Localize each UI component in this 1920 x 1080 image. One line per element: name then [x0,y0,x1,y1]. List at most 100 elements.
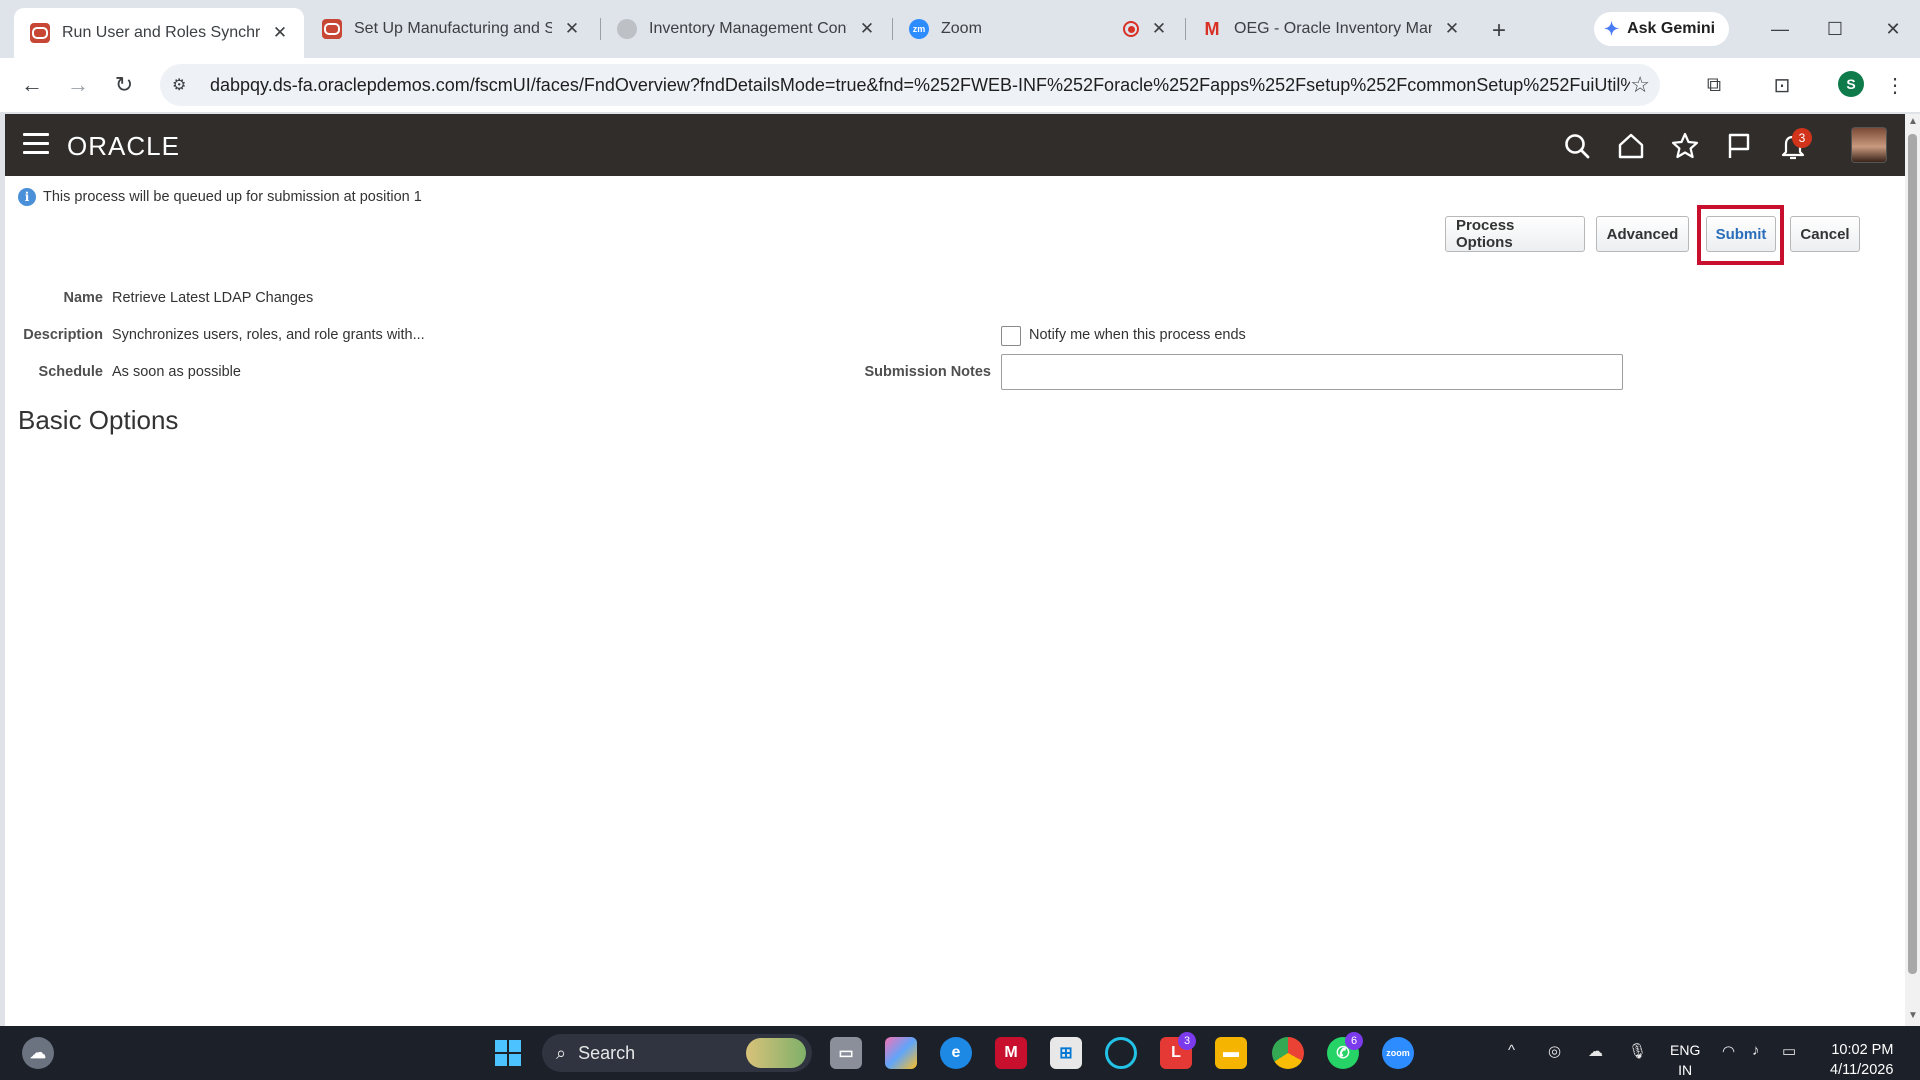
schedule-label: Schedule [38,364,103,380]
mcafee-icon[interactable]: M [995,1037,1027,1069]
address-bar[interactable]: ⚙ dabpqy.ds-fa.oraclepdemos.com/fscmUI/f… [160,64,1660,106]
tab-title: Set Up Manufacturing and Sup [354,20,552,37]
extensions-icon[interactable]: ⧉ [1698,69,1730,101]
bookmark-star-icon[interactable]: ☆ [1630,72,1650,98]
oracle-logo: ORACLE [67,131,180,161]
search-highlight-image [746,1038,806,1068]
microphone-icon[interactable]: 🎙 [1628,1042,1647,1060]
browser-tab-strip: Run User and Roles Synchroni ✕ Set Up Ma… [0,0,1920,58]
windows-start-icon[interactable] [492,1037,524,1069]
tab-title: Zoom [941,20,982,37]
volume-icon[interactable]: ♪ [1752,1042,1760,1059]
recording-icon [1123,21,1139,37]
vertical-scrollbar[interactable]: ▲ ▼ [1905,114,1920,1026]
edge-icon[interactable]: e [940,1037,972,1069]
notification-count-badge: 3 [1792,128,1812,148]
ask-gemini-button[interactable]: ✦ Ask Gemini [1594,12,1730,46]
description-label: Description [23,327,103,343]
wifi-icon[interactable]: ◠ [1722,1042,1735,1060]
submission-notes-label: Submission Notes [864,364,992,380]
close-icon[interactable]: ✕ [1149,19,1169,39]
close-icon[interactable]: ✕ [562,19,582,39]
reload-icon[interactable]: ↻ [108,69,140,101]
l-app-badge: 3 [1178,1032,1196,1050]
oracle-icon [322,19,342,39]
site-settings-icon[interactable]: ⚙ [172,75,202,95]
weather-icon[interactable]: ☁ [22,1037,54,1069]
watchlist-flag-icon[interactable] [1722,129,1756,163]
ask-gemini-label: Ask Gemini [1627,20,1716,37]
name-value: Retrieve Latest LDAP Changes [112,290,314,306]
close-icon[interactable]: ✕ [1442,19,1462,39]
back-arrow-icon[interactable]: ← [16,69,48,101]
task-view-icon[interactable]: ▭ [830,1037,862,1069]
language-indicator[interactable]: ENG IN [1670,1040,1700,1080]
taskbar-search-box[interactable]: ⌕ Search [542,1034,812,1072]
zoom-app-icon[interactable]: zoom [1382,1037,1414,1069]
gmail-icon: M [1204,18,1220,39]
info-message-text: This process will be queued up for submi… [43,189,422,205]
name-label: Name [63,290,104,306]
tray-overflow-icon[interactable]: ^ [1508,1042,1515,1059]
tab-title: OEG - Oracle Inventory Manag [1234,20,1432,37]
tab-manufacturing[interactable]: Set Up Manufacturing and Sup ✕ [306,10,596,48]
hamburger-menu-icon[interactable] [23,133,49,155]
new-tab-button[interactable]: + [1484,16,1514,46]
submit-button[interactable]: Submit [1706,216,1776,252]
onedrive-icon[interactable]: ☁ [1588,1042,1603,1060]
oracle-global-header: ORACLE [5,114,1905,176]
copilot-icon[interactable] [885,1037,917,1069]
notify-label[interactable]: Notify me when this process ends [1029,327,1246,343]
whatsapp-badge: 6 [1345,1032,1363,1050]
battery-icon[interactable]: ▭ [1782,1042,1796,1060]
description-value[interactable]: Synchronizes users, roles, and role gran… [112,327,425,343]
language-code: ENG [1670,1042,1701,1058]
windows-taskbar: ☁ ⌕ Search ▭ e M ⊞ L 3 ▬ ✆ 6 zoom ^ ◎ ☁ … [0,1026,1920,1080]
maximize-icon[interactable]: ☐ [1815,12,1855,46]
browser-toolbar: ← → ↻ ⚙ dabpqy.ds-fa.oraclepdemos.com/fs… [0,58,1920,112]
minimize-icon[interactable]: — [1760,12,1800,46]
close-icon[interactable]: ✕ [270,23,290,43]
info-message: i This process will be queued up for sub… [18,188,422,206]
cancel-button[interactable]: Cancel [1790,216,1860,252]
scroll-thumb[interactable] [1908,134,1917,974]
tab-inventory-config[interactable]: Inventory Management Config ✕ [601,10,891,48]
tab-search-icon[interactable]: ⊡ [1766,69,1798,101]
process-options-button[interactable]: Process Options [1445,216,1585,252]
schedule-value: As soon as possible [112,364,241,380]
search-icon: ⌕ [556,1042,567,1063]
taskbar-search-label: Search [578,1042,636,1063]
search-icon[interactable] [1560,129,1594,163]
user-avatar[interactable] [1851,127,1887,163]
tab-zoom[interactable]: zm Zoom ✕ [893,10,1183,48]
alexa-icon[interactable] [1105,1037,1137,1069]
tray-app-icon[interactable]: ◎ [1548,1042,1561,1060]
more-menu-icon[interactable]: ⋮ [1879,69,1911,101]
forward-arrow-icon[interactable]: → [62,69,94,101]
tab-run-user-roles[interactable]: Run User and Roles Synchroni ✕ [14,8,304,58]
url-text[interactable]: dabpqy.ds-fa.oraclepdemos.com/fscmUI/fac… [210,75,1630,96]
zoom-icon: zm [909,19,929,39]
home-icon[interactable] [1614,129,1648,163]
system-clock[interactable]: 10:02 PM 4/11/2026 [1830,1040,1893,1080]
oracle-icon [30,23,50,43]
globe-icon [617,19,637,39]
window-close-icon[interactable]: ✕ [1873,12,1913,46]
scroll-down-icon[interactable]: ▼ [1908,1010,1918,1021]
region-code: IN [1678,1062,1693,1078]
notify-checkbox[interactable] [1001,326,1021,346]
submission-notes-input[interactable] [1001,354,1623,390]
tab-title: Run User and Roles Synchroni [62,24,260,41]
tab-gmail[interactable]: M OEG - Oracle Inventory Manag ✕ [1186,10,1476,48]
tab-title: Inventory Management Config [649,20,847,37]
profile-avatar[interactable]: S [1838,71,1864,97]
store-icon[interactable]: ⊞ [1050,1037,1082,1069]
gemini-spark-icon: ✦ [1604,18,1620,39]
advanced-button[interactable]: Advanced [1596,216,1689,252]
file-explorer-icon[interactable]: ▬ [1215,1037,1247,1069]
scroll-up-icon[interactable]: ▲ [1908,116,1918,127]
chrome-icon[interactable] [1272,1037,1304,1069]
close-icon[interactable]: ✕ [857,19,877,39]
favorites-star-icon[interactable] [1668,129,1702,163]
info-icon: i [18,188,36,206]
